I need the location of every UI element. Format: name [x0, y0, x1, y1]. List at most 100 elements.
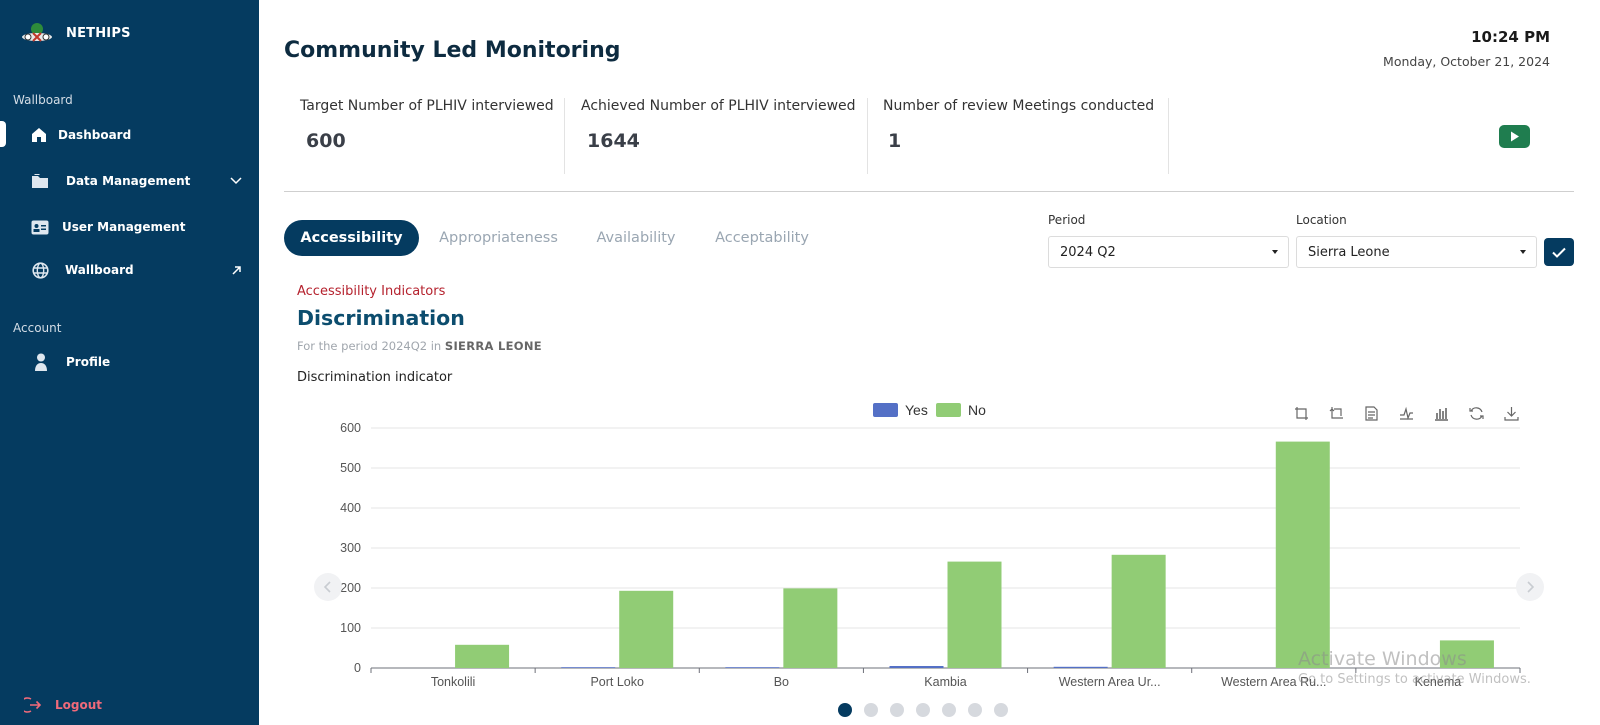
globe-icon: [31, 261, 49, 279]
period-label: Period: [1048, 213, 1086, 227]
carousel-dot[interactable]: [968, 703, 982, 717]
chart-caption: Discrimination indicator: [297, 370, 453, 385]
check-icon: [1552, 247, 1566, 258]
stat-target: Target Number of PLHIV interviewed 600: [300, 98, 554, 174]
sidebar-item-wallboard[interactable]: Wallboard: [0, 255, 259, 285]
stat-label: Target Number of PLHIV interviewed: [300, 98, 554, 114]
stat-value: 600: [306, 130, 346, 152]
sidebar-item-dashboard[interactable]: Dashboard: [0, 120, 259, 150]
caret-down-icon: [1272, 250, 1278, 254]
logout-label: Logout: [55, 698, 103, 712]
page-title: Community Led Monitoring: [284, 38, 621, 63]
external-arrow-icon: [229, 263, 243, 277]
bar-no: [1111, 554, 1166, 668]
logout-icon: [19, 696, 42, 717]
bar-no: [619, 590, 674, 668]
indicator-section-label: Accessibility Indicators: [297, 284, 446, 299]
brand[interactable]: NETHIPS: [20, 20, 131, 46]
carousel-next-button[interactable]: [1516, 573, 1544, 601]
chevron-down-icon: [229, 174, 243, 188]
carousel-dot[interactable]: [838, 703, 852, 717]
sidebar-item-label: User Management: [62, 220, 186, 234]
sidebar-item-data-management[interactable]: Data Management: [0, 166, 259, 196]
stat-label: Number of review Meetings conducted: [883, 98, 1155, 114]
sidebar-item-label: Dashboard: [58, 128, 132, 142]
clock-time: 10:24 PM: [1471, 28, 1550, 46]
period-value: 2024 Q2: [1060, 244, 1116, 260]
coat-of-arms-logo: [20, 20, 54, 46]
id-card-icon: [31, 218, 49, 236]
watermark-title: Activate Windows: [1298, 648, 1467, 670]
y-tick-label: 500: [340, 461, 361, 475]
stat-divider: [564, 98, 565, 174]
y-tick-label: 400: [340, 501, 361, 515]
carousel-dot[interactable]: [864, 703, 878, 717]
indicator-location: SIERRA LEONE: [444, 339, 542, 353]
location-label: Location: [1296, 213, 1347, 227]
location-value: Sierra Leone: [1308, 244, 1390, 260]
sidebar-item-user-management[interactable]: User Management: [0, 212, 259, 242]
bar-yes: [561, 667, 616, 668]
stat-achieved: Achieved Number of PLHIV interviewed 164…: [581, 98, 856, 174]
indicator-period-prefix: For the period 2024Q2 in: [297, 339, 442, 353]
user-icon: [32, 353, 50, 371]
carousel-dot[interactable]: [994, 703, 1008, 717]
bar-yes: [725, 667, 780, 668]
y-tick-label: 100: [340, 621, 361, 635]
section-label-account: Account: [13, 321, 62, 335]
caret-down-icon: [1520, 250, 1526, 254]
carousel-prev-button[interactable]: [314, 573, 342, 601]
clock-date: Monday, October 21, 2024: [1383, 54, 1550, 69]
bar-no: [1275, 441, 1330, 668]
carousel-dots: [838, 703, 1008, 717]
folder-icon: [31, 172, 49, 190]
sidebar: NETHIPS Wallboard Dashboard Data Managem…: [0, 0, 259, 725]
y-tick-label: 200: [340, 581, 361, 595]
brand-name: NETHIPS: [66, 25, 131, 41]
sidebar-item-label: Data Management: [66, 174, 191, 188]
sidebar-item-label: Profile: [66, 355, 111, 369]
stat-divider: [867, 98, 868, 174]
carousel-dot[interactable]: [890, 703, 904, 717]
tab-acceptability[interactable]: Acceptability: [708, 220, 816, 256]
header-divider: [284, 191, 1574, 192]
apply-filter-button[interactable]: [1544, 238, 1574, 266]
stat-label: Achieved Number of PLHIV interviewed: [581, 98, 856, 114]
stat-divider: [1168, 98, 1169, 174]
tab-appropriateness[interactable]: Appropriateness: [432, 220, 565, 256]
x-tick-label: Bo: [774, 675, 789, 689]
bar-no: [947, 561, 1002, 668]
legend-swatch-yes: [873, 403, 898, 417]
bar-no: [455, 644, 510, 668]
y-tick-label: 0: [354, 661, 361, 675]
tab-accessibility[interactable]: Accessibility: [284, 220, 419, 256]
logout-button[interactable]: Logout: [0, 693, 259, 717]
chevron-left-icon: [324, 581, 331, 593]
bar-yes: [889, 666, 944, 668]
stat-value: 1644: [587, 130, 640, 152]
indicator-title: Discrimination: [297, 306, 465, 330]
play-button[interactable]: [1499, 125, 1530, 148]
legend-label-no: No: [968, 402, 986, 418]
period-select[interactable]: 2024 Q2: [1048, 236, 1289, 268]
legend-label-yes: Yes: [905, 402, 928, 418]
watermark-subtitle: Go to Settings to activate Windows.: [1298, 672, 1531, 687]
location-select[interactable]: Sierra Leone: [1296, 236, 1537, 268]
x-tick-label: Kambia: [924, 675, 966, 689]
x-tick-label: Western Area Ur...: [1059, 675, 1161, 689]
stat-value: 1: [888, 130, 902, 152]
sidebar-item-label: Wallboard: [65, 263, 134, 277]
tab-availability[interactable]: Availability: [590, 220, 682, 256]
indicator-period: For the period 2024Q2 in SIERRA LEONE: [297, 339, 542, 353]
play-icon: [1510, 131, 1519, 142]
legend-swatch-no: [936, 403, 961, 417]
carousel-dot[interactable]: [916, 703, 930, 717]
x-tick-label: Tonkolili: [431, 675, 475, 689]
home-icon: [30, 126, 48, 144]
y-tick-label: 600: [340, 421, 361, 435]
chevron-right-icon: [1527, 581, 1534, 593]
bar-no: [783, 588, 838, 668]
section-label-wallboard: Wallboard: [13, 93, 73, 107]
carousel-dot[interactable]: [942, 703, 956, 717]
sidebar-item-profile[interactable]: Profile: [0, 347, 259, 377]
